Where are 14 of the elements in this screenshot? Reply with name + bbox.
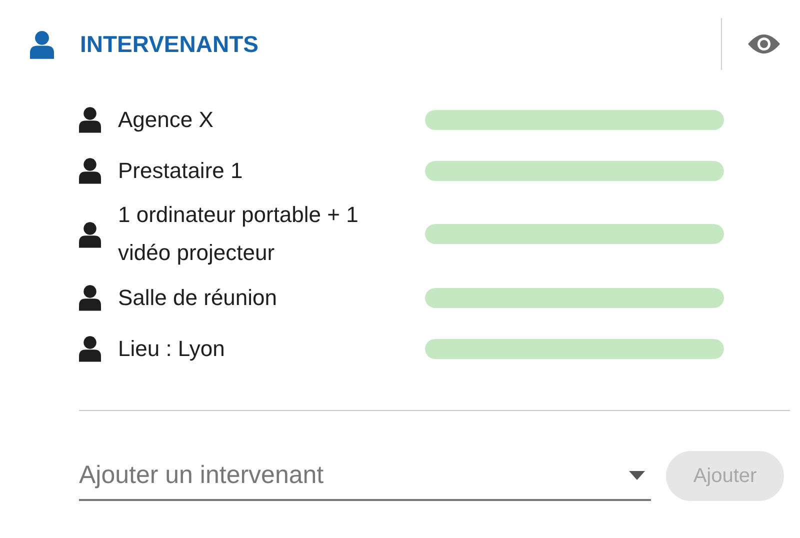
person-icon bbox=[79, 284, 101, 311]
person-icon bbox=[79, 220, 101, 248]
caret-icon[interactable] bbox=[629, 470, 645, 480]
eye-icon[interactable] bbox=[747, 33, 781, 55]
item-label: Lieu : Lyon bbox=[118, 334, 226, 363]
person-icon bbox=[79, 335, 101, 362]
person-icon bbox=[30, 30, 54, 58]
item-label: 1 ordinateur portable + 1 vidéo projecteur bbox=[118, 201, 360, 267]
section-title: INTERVENANTS bbox=[80, 30, 258, 58]
person-icon bbox=[79, 106, 101, 133]
item-label: Agence X bbox=[118, 106, 214, 134]
person-icon bbox=[79, 157, 101, 184]
item-label: Salle de réunion bbox=[118, 284, 278, 312]
item-label: Prestataire 1 bbox=[118, 156, 244, 184]
